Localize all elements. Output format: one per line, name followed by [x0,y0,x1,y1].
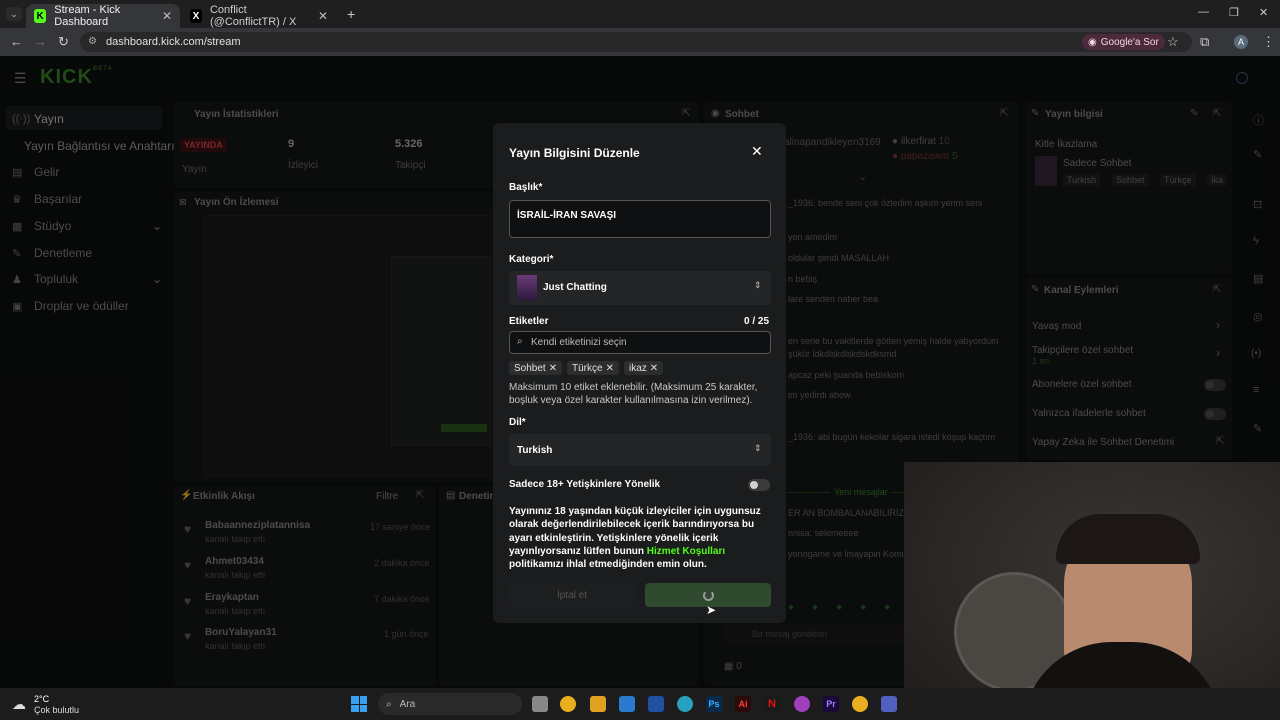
netflix-icon[interactable]: N [764,696,780,712]
title-input-value: İSRAİL-İRAN SAVAŞI [517,210,617,221]
back-icon[interactable]: ← [10,34,23,49]
google-ask-label: Google'a Sor [1100,36,1159,48]
remove-tag-icon[interactable]: ✕ [650,363,658,374]
remove-tag-icon[interactable]: ✕ [549,363,557,374]
forward-icon[interactable]: → [34,34,47,49]
tags-help-text: Maksimum 10 etiket eklenebilir. (Maksimu… [509,382,758,406]
weather-icon[interactable]: ☁ [12,696,26,713]
tags-search-input[interactable]: ⌕ Kendi etiketinizi seçin [509,331,771,354]
store-icon[interactable] [619,696,635,712]
weather-text: Çok bulutlu [34,705,80,715]
terms-link[interactable]: Hizmet Koşulları [647,546,725,557]
temperature: 2°C [34,694,50,704]
lens-icon: ◉ [1088,36,1097,48]
bookmark-star-icon[interactable]: ☆ [1167,34,1179,50]
copilot-icon[interactable] [794,696,810,712]
tag-label: Türkçe [572,362,603,374]
tags-placeholder: Kendi etiketinizi seçin [531,337,627,348]
close-icon[interactable]: ✕ [162,9,172,23]
cancel-button[interactable]: İptal et [509,583,635,607]
outlook-icon[interactable] [648,696,664,712]
edge-icon[interactable] [677,696,693,712]
just-chatting-thumbnail [517,275,537,301]
tab-search-button[interactable]: ⌄ [6,7,22,21]
language-select[interactable]: Turkish ⇕ [509,434,771,466]
language-field-label: Dil* [509,417,526,428]
modal-title: Yayın Bilgisini Düzenle [509,146,640,160]
loading-spinner-icon [702,589,714,601]
close-icon[interactable]: ✕ [751,143,763,160]
url-text: dashboard.kick.com/stream [106,36,241,48]
illustrator-icon[interactable]: Ai [735,696,751,712]
x-icon: X [190,9,202,23]
photoshop-icon[interactable]: Ps [706,696,722,712]
tag-chip: Türkçe ✕ [567,361,619,375]
adult-content-toggle[interactable] [748,479,770,491]
new-tab-button[interactable]: + [347,6,355,22]
url-bar[interactable]: ⚙ dashboard.kick.com/stream [80,32,1192,52]
tag-label: ikaz [629,362,647,374]
minimize-icon[interactable]: — [1198,6,1209,18]
tag-chip: Sohbet ✕ [509,361,563,375]
kick-icon: K [34,9,47,23]
mouse-cursor-icon: ➤ [706,603,717,617]
premiere-icon[interactable]: Pr [823,696,839,712]
browser-menu-icon[interactable]: ⋮ [1262,34,1275,50]
webcam-overlay [904,462,1280,720]
reload-icon[interactable]: ↻ [58,34,69,50]
tags-field-label: Etiketler [509,316,549,327]
adult-help-text: Yayınınız 18 yaşından küçük izleyiciler … [509,506,761,571]
tab-kick-dashboard[interactable]: K Stream - Kick Dashboard ✕ [26,4,180,28]
title-field-label: Başlık* [509,182,543,193]
windows-start-icon[interactable] [351,696,367,712]
task-view-icon[interactable] [532,696,548,712]
teams-icon[interactable] [881,696,897,712]
close-icon[interactable]: ✕ [318,9,328,23]
google-ask-button[interactable]: ◉ Google'a Sor [1082,34,1165,50]
adult-content-label: Sadece 18+ Yetişkinlere Yönelik [509,479,661,490]
tag-label: Sohbet [514,362,546,374]
maximize-icon[interactable]: ❐ [1229,6,1239,19]
site-info-icon[interactable]: ⚙ [88,36,97,47]
search-placeholder: Ara [399,698,416,710]
tags-count: 0 / 25 [744,316,770,327]
window-close-icon[interactable]: ✕ [1259,6,1268,19]
taskbar-search[interactable]: ⌕ Ara [378,693,522,715]
tab-conflict-x[interactable]: X Conflict (@ConflictTR) / X ✕ [182,4,336,28]
browser-tab-strip: ⌄ K Stream - Kick Dashboard ✕ X Conflict… [0,0,1280,28]
chrome-icon[interactable] [560,696,576,712]
category-select[interactable]: Just Chatting ⇕ [509,271,771,305]
file-explorer-icon[interactable] [590,696,606,712]
search-icon: ⌕ [386,698,392,710]
category-value: Just Chatting [543,282,607,293]
title-input[interactable]: İSRAİL-İRAN SAVAŞI [509,200,771,238]
person-hair [1056,514,1200,564]
extensions-icon[interactable]: ⧉ [1200,34,1209,50]
chrome-profile-icon[interactable] [852,696,868,712]
profile-avatar[interactable]: A [1234,35,1248,49]
category-field-label: Kategori* [509,254,554,265]
remove-tag-icon[interactable]: ✕ [606,363,614,374]
tab-label: Stream - Kick Dashboard [54,4,121,28]
windows-taskbar: ☁ 2°C Çok bulutlu ⌕ Ara [0,688,1280,720]
select-arrows-icon: ⇕ [754,443,762,453]
search-icon: ⌕ [517,336,523,347]
tab-label: Conflict (@ConflictTR) / X [209,4,297,28]
tag-chip: ikaz ✕ [624,361,664,375]
language-value: Turkish [517,445,553,456]
select-arrows-icon: ⇕ [754,280,762,290]
